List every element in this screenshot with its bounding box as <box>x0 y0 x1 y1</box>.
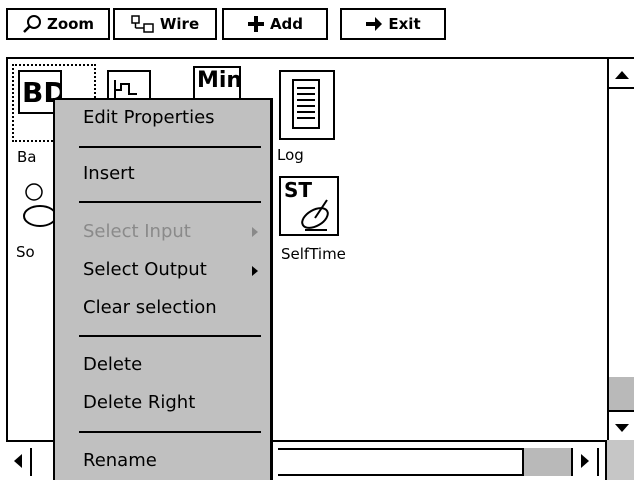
block-label-so[interactable]: So <box>16 243 35 261</box>
block-label-log[interactable]: Log <box>277 146 304 164</box>
submenu-arrow-icon <box>252 227 258 237</box>
scroll-up-button[interactable] <box>609 59 634 89</box>
submenu-arrow-icon <box>252 266 258 276</box>
scroll-left-button[interactable] <box>6 448 32 476</box>
scroll-right-button[interactable] <box>571 448 599 476</box>
menu-item-delete-right[interactable]: Delete Right <box>83 392 195 413</box>
wire-button[interactable]: Wire <box>113 8 217 40</box>
scrollbar-corner <box>607 440 634 480</box>
horizontal-scroll-thumb[interactable] <box>278 448 524 476</box>
menu-separator <box>79 431 261 433</box>
block-label-ba[interactable]: Ba <box>17 148 36 166</box>
scroll-down-button[interactable] <box>609 410 634 440</box>
toolbar: Zoom Wire Add Exit <box>0 0 634 56</box>
menu-separator <box>79 146 261 148</box>
vertical-scroll-track[interactable] <box>609 377 634 413</box>
block-icon-selftime[interactable]: ST <box>279 176 339 236</box>
menu-item-clear-selection[interactable]: Clear selection <box>83 297 217 318</box>
exit-label: Exit <box>388 15 421 33</box>
zoom-button[interactable]: Zoom <box>6 8 110 40</box>
zoom-label: Zoom <box>46 15 95 33</box>
scroll-up-icon <box>614 64 629 83</box>
menu-item-insert[interactable]: Insert <box>83 163 135 184</box>
menu-separator <box>79 201 261 203</box>
scroll-down-icon <box>614 417 629 436</box>
block-icon-text: Min <box>197 68 241 93</box>
scroll-left-icon <box>14 453 22 472</box>
menu-item-select-input[interactable]: Select Input <box>83 221 191 242</box>
vertical-scrollbar[interactable] <box>607 57 634 440</box>
add-label: Add <box>269 15 304 33</box>
add-button[interactable]: Add <box>222 8 328 40</box>
menu-item-rename[interactable]: Rename <box>83 450 157 471</box>
menu-item-edit-properties[interactable]: Edit Properties <box>83 107 215 128</box>
block-icon-log[interactable] <box>279 70 335 140</box>
arrow-right-icon <box>365 16 383 32</box>
menu-item-delete[interactable]: Delete <box>83 354 142 375</box>
scroll-right-icon <box>581 453 589 472</box>
wire-icon <box>131 14 155 34</box>
wire-label: Wire <box>159 15 200 33</box>
exit-button[interactable]: Exit <box>340 8 446 40</box>
horizontal-scroll-track[interactable] <box>524 448 571 476</box>
magnifier-icon <box>22 14 42 34</box>
block-icon-source[interactable] <box>18 176 58 234</box>
context-menu: Edit Properties Insert Select Input Sele… <box>53 98 273 480</box>
menu-separator <box>79 335 261 337</box>
block-label-selftime[interactable]: SelfTime <box>281 245 346 263</box>
plus-icon <box>247 15 265 33</box>
menu-item-select-output[interactable]: Select Output <box>83 259 207 280</box>
